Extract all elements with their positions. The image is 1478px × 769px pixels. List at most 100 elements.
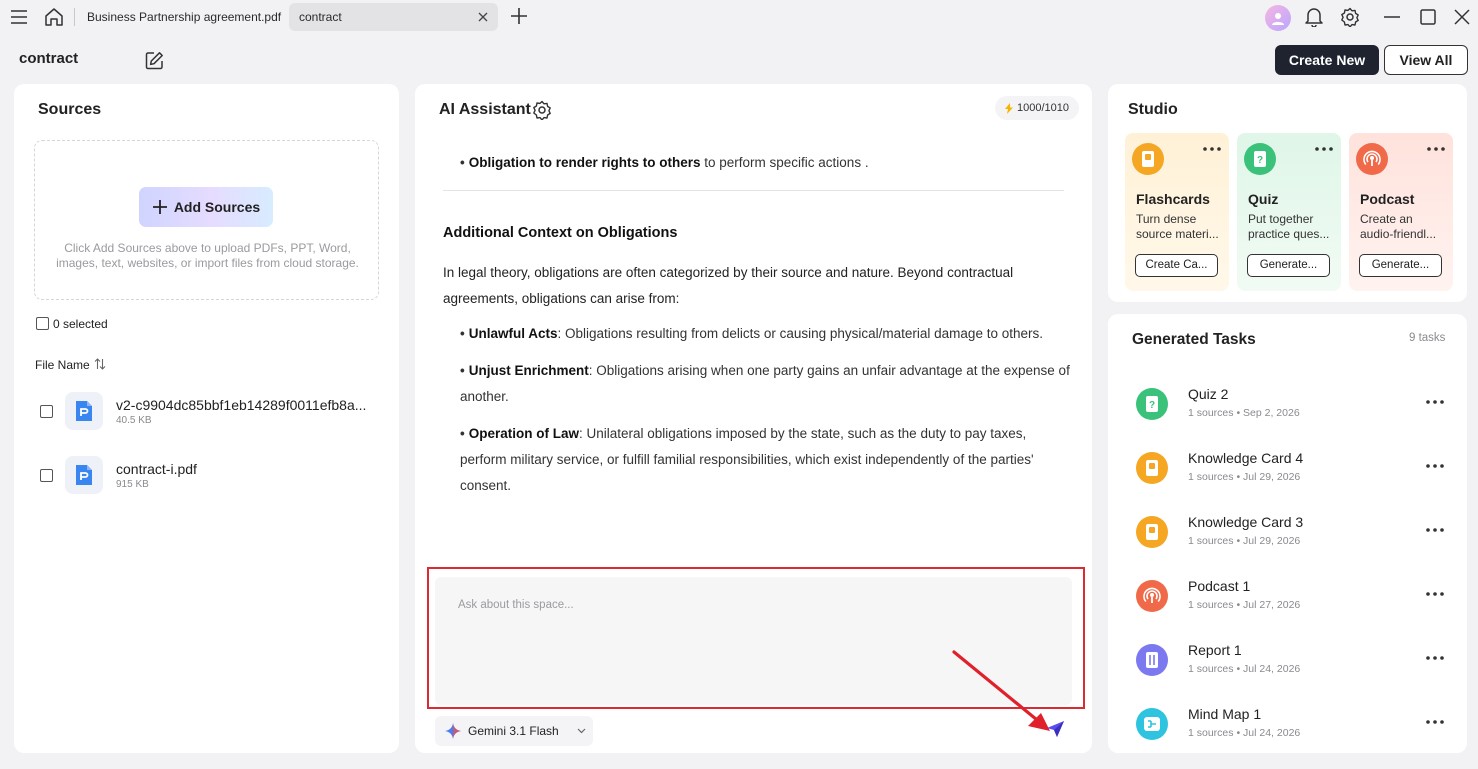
task-name: Report 1 [1188, 642, 1242, 658]
token-count: 1000/1010 [1017, 102, 1069, 114]
divider [74, 8, 75, 26]
quiz-icon: ? [1244, 143, 1276, 175]
report-icon [1136, 644, 1168, 676]
studio-card-podcast[interactable]: Podcast Create an audio-friendl... Gener… [1349, 133, 1453, 291]
bullet-term: Unlawful Acts [468, 326, 558, 341]
task-name: Quiz 2 [1188, 386, 1229, 402]
task-item[interactable]: Report 1 1 sources • Jul 24, 2026 [1108, 642, 1467, 706]
token-usage-badge: 1000/1010 [995, 96, 1079, 120]
generated-tasks-panel: Generated Tasks 9 tasks ? Quiz 2 1 sourc… [1108, 314, 1467, 753]
sort-icon[interactable] [93, 357, 107, 371]
sources-dropzone[interactable]: Add Sources Click Add Sources above to u… [34, 140, 379, 300]
more-options-icon[interactable] [1426, 528, 1444, 532]
gemini-sparkle-icon [445, 723, 461, 739]
assistant-settings-gear-icon[interactable] [531, 99, 553, 121]
studio-card-flashcards[interactable]: Flashcards Turn dense source materi... C… [1125, 133, 1229, 291]
create-new-button[interactable]: Create New [1275, 45, 1379, 75]
send-icon[interactable] [1043, 718, 1067, 740]
response-bullet: • Unlawful Acts: Obligations resulting fr… [460, 326, 1043, 341]
task-item[interactable]: Knowledge Card 4 1 sources • Jul 29, 202… [1108, 450, 1467, 514]
file-name-header[interactable]: File Name [35, 358, 90, 372]
task-item[interactable]: Podcast 1 1 sources • Jul 27, 2026 [1108, 578, 1467, 642]
bullet-term: Obligation to render rights to others [468, 155, 701, 170]
task-item[interactable]: Mind Map 1 1 sources • Jul 24, 2026 [1108, 706, 1467, 769]
podcast-icon [1356, 143, 1388, 175]
file-checkbox[interactable] [40, 469, 53, 482]
card-description: Turn dense source materi... [1136, 212, 1219, 241]
new-tab-plus-icon[interactable] [508, 5, 530, 27]
dropzone-hint: Click Add Sources above to upload PDFs, … [56, 241, 359, 270]
more-options-icon[interactable] [1427, 147, 1445, 151]
gear-icon[interactable] [1338, 5, 1362, 29]
task-name: Podcast 1 [1188, 578, 1251, 594]
flashcard-icon [1132, 143, 1164, 175]
title-bar: Business Partnership agreement.pdf contr… [0, 0, 1478, 36]
file-size: 40.5 KB [116, 415, 152, 426]
menu-icon[interactable] [8, 6, 30, 28]
response-bullet: • Unjust Enrichment: Obligations arising … [460, 363, 1070, 404]
file-size: 915 KB [116, 479, 149, 490]
maximize-icon[interactable] [1417, 6, 1439, 28]
bullet-term: Operation of Law [468, 426, 579, 441]
more-options-icon[interactable] [1426, 464, 1444, 468]
task-item[interactable]: Knowledge Card 3 1 sources • Jul 29, 202… [1108, 514, 1467, 578]
generate-podcast-button[interactable]: Generate... [1359, 254, 1442, 277]
flashcard-icon [1136, 516, 1168, 548]
section-heading: Additional Context on Obligations [443, 225, 678, 241]
view-all-button[interactable]: View All [1384, 45, 1468, 75]
divider [443, 190, 1064, 191]
more-options-icon[interactable] [1426, 720, 1444, 724]
more-options-icon[interactable] [1426, 592, 1444, 596]
file-name: contract-i.pdf [116, 461, 197, 477]
tab-label: Business Partnership agreement.pdf [87, 10, 282, 24]
select-all-checkbox[interactable] [36, 317, 49, 330]
create-flashcards-button[interactable]: Create Ca... [1135, 254, 1218, 277]
sources-title: Sources [38, 101, 102, 118]
minimize-icon[interactable] [1381, 6, 1403, 28]
tasks-count: 9 tasks [1409, 332, 1446, 344]
task-meta: 1 sources • Jul 29, 2026 [1188, 471, 1301, 483]
task-name: Mind Map 1 [1188, 706, 1262, 722]
pdf-file-icon [65, 456, 103, 494]
task-meta: 1 sources • Jul 24, 2026 [1188, 727, 1301, 739]
tab-business-partnership[interactable]: Business Partnership agreement.pdf [77, 3, 285, 31]
home-icon[interactable] [42, 5, 66, 29]
card-description: Put together practice ques... [1248, 212, 1330, 241]
file-checkbox[interactable] [40, 405, 53, 418]
response-bullet: • Operation of Law: Unilateral obligation… [460, 426, 1034, 493]
more-options-icon[interactable] [1426, 400, 1444, 404]
model-selector[interactable]: Gemini 3.1 Flash [435, 716, 593, 746]
window-close-icon[interactable] [1451, 6, 1473, 28]
file-name: v2-c9904dc85bbf1eb14289f0011efb8a... [116, 397, 367, 413]
studio-panel: Studio Flashcards Turn dense source mate… [1108, 84, 1467, 302]
avatar[interactable] [1265, 5, 1291, 31]
close-icon[interactable] [476, 10, 490, 24]
model-label: Gemini 3.1 Flash [468, 724, 559, 738]
edit-icon[interactable] [143, 49, 165, 71]
task-meta: 1 sources • Jul 29, 2026 [1188, 535, 1301, 547]
pdf-file-icon [65, 392, 103, 430]
task-meta: 1 sources • Jul 24, 2026 [1188, 663, 1301, 675]
more-options-icon[interactable] [1203, 147, 1221, 151]
tab-contract[interactable]: contract [289, 3, 498, 31]
svg-text:?: ? [1149, 400, 1155, 411]
response-bullet: • Obligation to render rights to others t… [460, 155, 869, 170]
card-description: Create an audio-friendl... [1360, 212, 1437, 241]
flashcard-icon [1136, 452, 1168, 484]
studio-card-quiz[interactable]: ? Quiz Put together practice ques... Gen… [1237, 133, 1341, 291]
quiz-icon: ? [1136, 388, 1168, 420]
bullet-term: Unjust Enrichment [468, 363, 589, 378]
bell-icon[interactable] [1303, 6, 1325, 28]
add-sources-label: Add Sources [173, 199, 261, 215]
more-options-icon[interactable] [1315, 147, 1333, 151]
studio-title: Studio [1128, 101, 1178, 118]
more-options-icon[interactable] [1426, 656, 1444, 660]
card-name: Quiz [1248, 191, 1279, 207]
task-name: Knowledge Card 3 [1188, 514, 1304, 530]
add-sources-button[interactable]: Add Sources [139, 187, 273, 227]
podcast-icon [1136, 580, 1168, 612]
plus-icon [152, 199, 168, 215]
assistant-title: AI Assistant [439, 101, 531, 118]
generate-quiz-button[interactable]: Generate... [1247, 254, 1330, 277]
task-item[interactable]: ? Quiz 2 1 sources • Sep 2, 2026 [1108, 386, 1467, 450]
